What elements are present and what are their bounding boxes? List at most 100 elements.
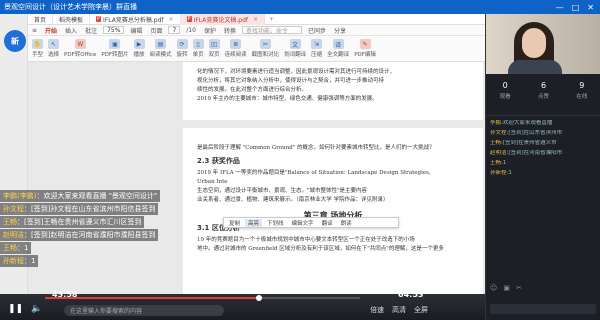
translate-icon: 文: [289, 39, 301, 49]
title-bar: 景观空间设计（设计艺术学院李晨）群直播 — □ ✕: [0, 0, 600, 14]
command-search[interactable]: 查找功能、命令: [241, 26, 302, 35]
screenshot-icon: ✂: [259, 39, 271, 49]
emoji-icon[interactable]: ☺: [490, 284, 497, 292]
page-input[interactable]: 7: [168, 26, 181, 34]
menu-bar: ≡ 开始 插入 批注 75% 编辑 页面 7 /10 保护 转换 查找功能、命令…: [28, 25, 485, 36]
tab-templates[interactable]: 稻壳模板: [53, 13, 91, 25]
chat-user: 李鹏:: [490, 120, 503, 126]
chat-text: 1: [31, 257, 36, 265]
tab-pdf-analysis[interactable]: P IFLA竞赛总分析稿.pdf ✕: [90, 13, 181, 25]
menu-file[interactable]: ≡: [28, 27, 41, 34]
pdf-to-image-button[interactable]: ▣ PDF转图片: [101, 39, 129, 58]
tab-pdf-paper[interactable]: P IFLA竞赛论文稿.pdf ✕: [180, 13, 266, 25]
chat-text: 1: [24, 244, 29, 252]
underline-button[interactable]: 下划线: [264, 219, 287, 227]
chat-message: 赵明洁：[签到]赵明洁在河南省濮阳市濮阳县签到: [0, 229, 159, 241]
shared-screen: 新 首页 稻壳模板 P IFLA竞赛总分析稿.pdf ✕ P IFLA竞赛论文稿.pd…: [0, 13, 485, 320]
chat-message: 李鹏(李鹏)：欢迎大家来观看直播 "景观空间设计": [0, 190, 161, 202]
paragraph: Urban Inte: [197, 179, 228, 185]
menu-page[interactable]: 页面: [146, 26, 166, 35]
menu-edit[interactable]: 编辑: [126, 26, 146, 35]
translate-button[interactable]: 文划词翻译: [284, 39, 306, 58]
add-tab-button[interactable]: +: [265, 16, 278, 23]
tab-label: IFLA竞赛论文稿.pdf: [193, 16, 248, 24]
hand-tool-button[interactable]: ✋ 手型: [32, 39, 43, 58]
chat-input[interactable]: [490, 304, 596, 314]
chat-message: 王畅：1: [0, 242, 32, 254]
stat-online: 9 在线: [563, 76, 600, 104]
pdf-page: 化的情况下，对环境要素进行适当调整，因此景观设计需对其进行可持续的设计， 视化分…: [183, 62, 483, 120]
quality-button[interactable]: 高清: [392, 305, 406, 315]
page-total: /10: [186, 26, 196, 34]
fullscreen-button[interactable]: 全屏: [414, 305, 428, 315]
minimize-button[interactable]: —: [556, 3, 564, 12]
chat-user: 孙新程: [3, 257, 24, 265]
stat-label: 在线: [576, 93, 588, 100]
sync-status[interactable]: 已同步: [304, 26, 330, 35]
chat-item: 王畅:[签到]在贵州省遵义市: [490, 140, 598, 147]
chat-list: 李鹏:欢迎大家来观看直播 孙文程:[签到]在山东省滨州市 王畅:[签到]在贵州省…: [490, 120, 598, 180]
speed-button[interactable]: 倍速: [370, 305, 384, 315]
full-translate-button[interactable]: 译全文翻译: [327, 39, 349, 58]
copy-button[interactable]: 复制: [226, 219, 243, 227]
double-page-icon: ▯▯: [208, 39, 220, 49]
double-page-button[interactable]: ▯▯ 双页: [208, 39, 220, 58]
menu-convert[interactable]: 转换: [220, 26, 240, 35]
stat-views: 0 观看: [486, 76, 524, 104]
edit-text-button[interactable]: 编辑文字: [289, 219, 317, 227]
read-aloud-button[interactable]: 朗读: [338, 219, 355, 227]
chat-item: 王畅:1: [490, 160, 598, 167]
pdf-to-office-button[interactable]: W PDF转Office: [64, 39, 96, 58]
chat-user: 王畅:: [490, 160, 503, 166]
menu-insert[interactable]: 插入: [61, 26, 81, 35]
screenshot-button[interactable]: ✂ 截图和对比: [252, 39, 279, 58]
close-tab-icon[interactable]: ✕: [253, 16, 258, 23]
single-page-button[interactable]: ▯ 单页: [192, 39, 204, 58]
hand-icon: ✋: [32, 39, 43, 49]
chat-user: 王畅: [3, 218, 17, 226]
paragraph: 19 年的竞赛题目为一个十极城市规划中城市中心要文本转型区一个正在处于改造下的小…: [197, 237, 415, 243]
image-icon[interactable]: ▣: [503, 284, 510, 292]
danmaku-input[interactable]: 在这里输入你要搜索的内容: [64, 305, 224, 316]
volume-icon[interactable]: 🔈: [31, 304, 42, 314]
chat-text: 欢迎大家来观看直播 "景观空间设计": [43, 192, 158, 200]
read-mode-button[interactable]: ▤ 阅读模式: [150, 39, 172, 58]
highlight-button[interactable]: 高亮: [245, 218, 263, 227]
paragraph: 生态空间，通过设计平衡城市、景观、生态，"城市整体性"是主要内容: [197, 188, 368, 194]
wps-tab-bar: 首页 稻壳模板 P IFLA竞赛总分析稿.pdf ✕ P IFLA竞赛论文稿.pdf ✕…: [28, 13, 485, 25]
stat-number: 9: [579, 80, 585, 90]
chat-item: 赵明洁:[签到]在河南省濮阳市: [490, 150, 598, 157]
select-tool-button[interactable]: ↖ 选择: [48, 39, 59, 58]
pause-icon[interactable]: ❚❚: [8, 304, 23, 314]
translate-text-button[interactable]: 翻译: [319, 219, 336, 227]
paragraph: 化的情况下，对环境要素进行适当调整，因此景观设计需对其进行可持续的设计，: [197, 69, 396, 75]
share-button[interactable]: 分享: [330, 26, 350, 35]
maximize-button[interactable]: □: [572, 3, 580, 12]
close-tab-icon[interactable]: ✕: [169, 16, 174, 23]
menu-protect[interactable]: 保护: [200, 26, 220, 35]
chat-user: 赵明洁:: [490, 150, 509, 156]
zoom-select[interactable]: 75%: [103, 26, 125, 34]
compress-button[interactable]: ⇲ 压缩: [311, 39, 322, 58]
app-logo[interactable]: 新: [4, 30, 26, 52]
close-button[interactable]: ✕: [587, 3, 594, 12]
paragraph: 续性的发展。在此对整个方面进行综合分析。: [197, 87, 308, 93]
menu-start[interactable]: 开始: [41, 26, 61, 35]
read-mode-icon: ▤: [155, 39, 167, 49]
window-title: 景观空间设计（设计艺术学院李晨）群直播: [4, 3, 137, 11]
tab-home[interactable]: 首页: [28, 13, 54, 25]
current-time: 43:58: [52, 290, 78, 299]
scissors-icon[interactable]: ✂: [516, 284, 522, 292]
live-window: 景观空间设计（设计艺术学院李晨）群直播 — □ ✕ 新 首页 稻壳模板 P IFL…: [0, 0, 600, 320]
play-button[interactable]: ▶ 播放: [133, 39, 145, 58]
pdf-edit-button[interactable]: ✎ PDF编辑: [354, 39, 376, 58]
continuous-button[interactable]: ≣ 连续阅读: [225, 39, 247, 58]
chat-user: 李鹏(李鹏): [3, 192, 37, 200]
progress-handle[interactable]: [256, 295, 262, 301]
button-label: 手型: [32, 52, 44, 58]
menu-comment[interactable]: 批注: [81, 26, 101, 35]
full-translate-icon: 译: [332, 39, 344, 49]
chat-item: 孙文程:[签到]在山东省滨州市: [490, 130, 598, 137]
button-label: 全文翻译: [327, 52, 350, 58]
rotate-button[interactable]: ⟳ 旋转: [176, 39, 188, 58]
